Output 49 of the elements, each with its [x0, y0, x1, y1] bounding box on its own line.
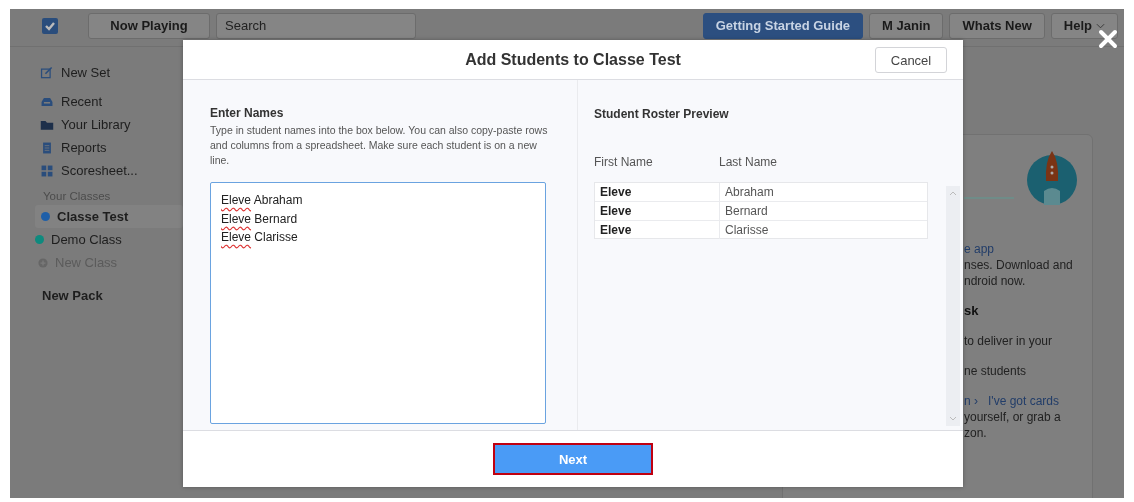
pencil-icon [40, 65, 54, 80]
card-heading: sk [964, 303, 979, 319]
help-text: Type in student names into the box below. You can also copy-paste rows and columns from a spreadsheet. Make sure each student is on a new line. [210, 123, 549, 169]
search-field[interactable]: Search [216, 12, 416, 39]
name-line: Eleve Clarisse [221, 229, 299, 247]
sidebar-item[interactable]: Your Library [10, 113, 183, 136]
table-cell: Eleve [595, 221, 720, 240]
caret-icon [1096, 22, 1105, 29]
rocket-icon [1027, 151, 1077, 205]
link[interactable]: n › [964, 393, 978, 409]
dialog-title: Add Students to Classe Test [465, 50, 681, 69]
link[interactable]: I've got cards [988, 393, 1059, 409]
names-input-field[interactable]: Eleve Abraham Eleve Bernard Eleve Clarisse [210, 182, 546, 425]
cancel-button[interactable]: Cancel [875, 47, 947, 73]
close-icon[interactable] [1098, 29, 1118, 49]
next-button[interactable]: Next [493, 443, 653, 476]
sidebar-item[interactable]: Recent [10, 90, 183, 113]
grid-icon [40, 163, 54, 178]
nav-button[interactable]: Whats New [949, 12, 1045, 39]
class-item[interactable]: Classe Test [35, 205, 183, 228]
table-cell-text: Abraham [724, 184, 775, 202]
card-text: ndroid now. [964, 273, 1026, 289]
checkbox-logo-icon[interactable] [40, 15, 60, 36]
sidebar-item[interactable]: Scoresheet... [10, 159, 183, 182]
table-cell-text: Clarisse [724, 222, 770, 240]
sidebar-item[interactable]: Reports [10, 136, 183, 159]
table-cell: Eleve [595, 202, 720, 221]
card-text: ne students [964, 363, 1027, 379]
card-text: nses. Download and [964, 257, 1073, 273]
column-header: First Name [594, 155, 654, 170]
sidebar-item[interactable]: New Set [10, 61, 183, 84]
name-line: Eleve Bernard [221, 210, 299, 228]
nav-button[interactable]: Getting Started Guide [702, 12, 864, 39]
report-icon [40, 140, 54, 155]
card-text: yourself, or grab a [964, 409, 1061, 425]
link[interactable]: e app [964, 241, 995, 257]
sidebar-item[interactable]: New Pack [10, 284, 183, 307]
name-line: Eleve Abraham [221, 192, 304, 210]
table-cell: Eleve [595, 183, 720, 202]
card-text: to deliver in your [964, 333, 1053, 349]
section-heading: Student Roster Preview [594, 107, 730, 122]
nav-button[interactable]: M Janin [869, 12, 944, 39]
table-cell-text: Bernard [724, 203, 769, 221]
card-text: zon. [964, 425, 987, 441]
class-item[interactable]: Demo Class [10, 228, 183, 251]
section-heading: Enter Names [210, 106, 285, 121]
column-header: Last Name [719, 155, 779, 170]
help-menu-button[interactable]: Help [1050, 12, 1118, 39]
now-playing-button[interactable]: Now Playing [88, 12, 210, 39]
